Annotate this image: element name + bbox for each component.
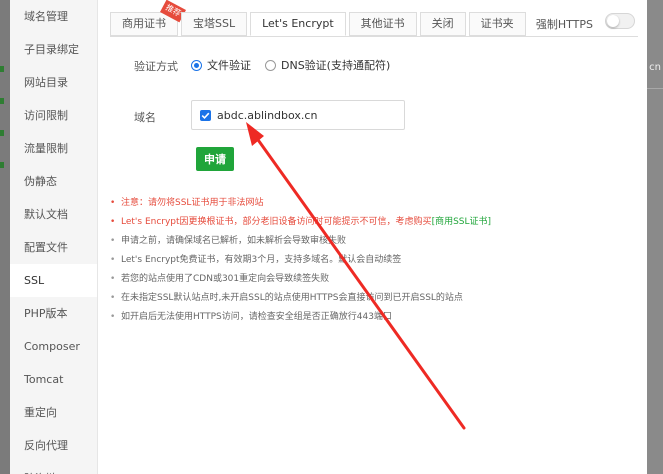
ssl-panel: 商用证书 推荐 宝塔SSL Let's Encrypt 其他证书 关闭 证书夹 强制HTTP… (98, 0, 647, 474)
ssl-tabs: 商用证书 推荐 宝塔SSL Let's Encrypt 其他证书 关闭 证书夹 (110, 0, 529, 36)
domain-label: 域名 (134, 111, 156, 124)
tab[interactable]: 关闭 (419, 12, 466, 36)
toggle-knob (607, 15, 619, 27)
sidebar-item[interactable]: Tomcat (10, 363, 97, 396)
tab[interactable]: Let's Encrypt (250, 12, 346, 36)
force-https-label: 强制HTTPS (535, 18, 593, 31)
sidebar-item[interactable]: 子目录绑定 (10, 33, 97, 66)
sidebar-item[interactable]: 访问限制 (10, 99, 97, 132)
notes-list: 注意：请勿将SSL证书用于非法网站 Let's Encrypt因更换根证书，部分… (110, 194, 640, 327)
sidebar-item[interactable]: 伪静态 (10, 165, 97, 198)
sidebar-item[interactable]: 防盗链 (10, 462, 97, 474)
tab-label: 关闭 (431, 17, 454, 30)
sidebar-item[interactable]: 域名管理 (10, 0, 97, 33)
sidebar-item[interactable]: 默认文档 (10, 198, 97, 231)
tab-label: 商用证书 (122, 17, 166, 30)
backdrop-left (0, 0, 10, 474)
verify-method-label: 验证方式 (134, 60, 178, 73)
sidebar-item[interactable]: 反向代理 (10, 429, 97, 462)
buy-commercial-ssl-link[interactable]: [商用SSL证书] (432, 217, 491, 227)
note-item: Let's Encrypt因更换根证书，部分老旧设备访问时可能提示不可信，考虑购… (110, 213, 640, 232)
backdrop-text-fragment: cn (649, 62, 661, 73)
sidebar-item[interactable]: SSL (10, 264, 97, 297)
sidebar-item[interactable]: 流量限制 (10, 132, 97, 165)
force-https-toggle[interactable] (605, 13, 635, 29)
backdrop-mark (0, 162, 4, 168)
domain-checkbox[interactable] (200, 109, 211, 121)
verify-method-options: 文件验证 DNS验证(支持通配符) (191, 57, 404, 73)
apply-button[interactable]: 申请 (196, 147, 234, 171)
tab-label: 宝塔SSL (193, 17, 236, 30)
note-item: Let's Encrypt免费证书，有效期3个月，支持多域名。默认会自动续签 (110, 251, 640, 270)
radio-file-verify[interactable] (191, 59, 202, 71)
domain-list: abdc.ablindbox.cn (191, 100, 405, 130)
tab[interactable]: 证书夹 (468, 12, 526, 36)
sidebar-item[interactable]: 配置文件 (10, 231, 97, 264)
domain-name: abdc.ablindbox.cn (217, 108, 318, 122)
note-item: 注意：请勿将SSL证书用于非法网站 (110, 194, 640, 213)
backdrop-mark (0, 98, 4, 104)
radio-file-verify-label[interactable]: 文件验证 (207, 57, 251, 73)
sidebar-item[interactable]: Composer (10, 330, 97, 363)
check-icon (201, 112, 210, 119)
tab-divider (110, 36, 638, 37)
backdrop-right: cn (647, 0, 663, 474)
backdrop-mark (0, 130, 4, 136)
sidebar-item[interactable]: PHP版本 (10, 297, 97, 330)
sidebar-item[interactable]: 重定向 (10, 396, 97, 429)
note-item: 如开启后无法使用HTTPS访问，请检查安全组是否正确放行443端口 (110, 308, 640, 327)
sidebar-item[interactable]: 网站目录 (10, 66, 97, 99)
backdrop-divider (647, 88, 663, 89)
tab[interactable]: 商用证书 推荐 (110, 0, 186, 36)
radio-dns-verify-label[interactable]: DNS验证(支持通配符) (281, 57, 390, 73)
note-item: 申请之前，请确保域名已解析，如未解析会导致审核失败 (110, 232, 640, 251)
tab[interactable]: 宝塔SSL (181, 12, 248, 36)
backdrop-mark (0, 66, 4, 72)
tab-label: 其他证书 (360, 17, 405, 30)
tab-label: 证书夹 (480, 17, 514, 30)
sidebar-nav: 域名管理 子目录绑定 网站目录 访问限制 流量限制 伪静态 默认文档 配置文件 SSL PHP版本… (10, 0, 98, 474)
tab[interactable]: 其他证书 (348, 12, 417, 36)
note-item: 若您的站点使用了CDN或301重定向会导致续签失败 (110, 270, 640, 289)
tab-label: Let's Encrypt (262, 17, 334, 30)
note-item: 在未指定SSL默认站点时,未开启SSL的站点使用HTTPS会直接访问到已开启SS… (110, 289, 640, 308)
radio-dns-verify[interactable] (265, 59, 276, 71)
